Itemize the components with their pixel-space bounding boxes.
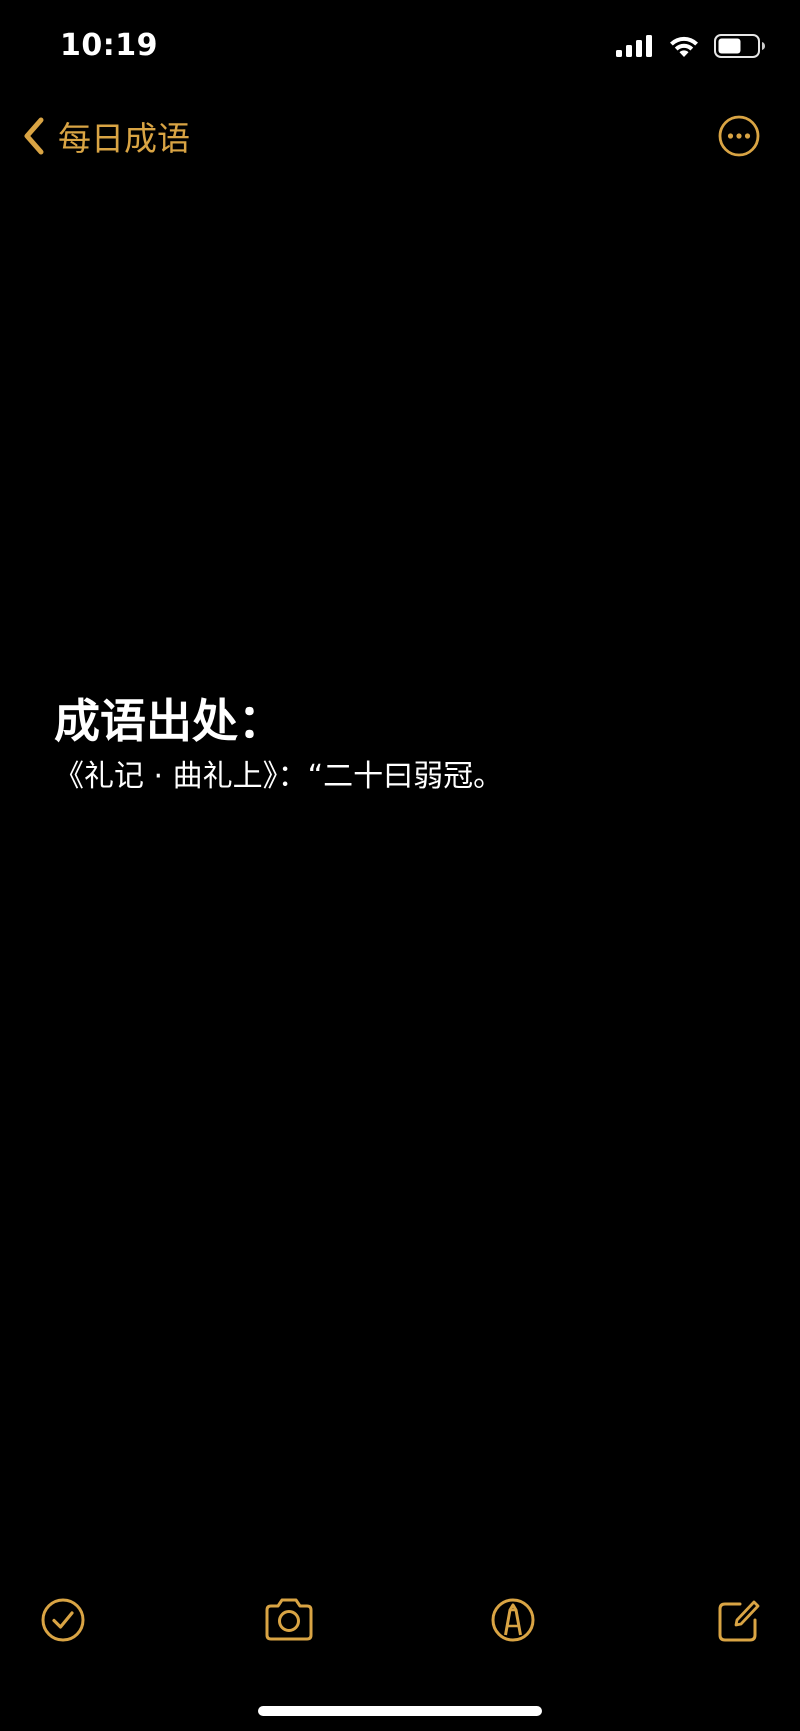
ellipsis-circle-icon xyxy=(718,115,760,157)
battery-icon xyxy=(714,34,765,58)
more-button[interactable] xyxy=(718,115,760,157)
markup-pen-icon xyxy=(491,1598,535,1642)
status-time: 10:19 xyxy=(60,28,158,63)
note-heading: 成语出处： xyxy=(54,694,284,748)
wifi-icon xyxy=(670,36,698,57)
compose-button[interactable] xyxy=(714,1595,764,1645)
back-button[interactable]: 每日成语 xyxy=(22,112,190,160)
chevron-left-icon xyxy=(24,117,44,155)
note-source-line: 《礼记 · 曲礼上》：“二十曰弱冠。 xyxy=(54,759,504,794)
nav-bar: 每日成语 xyxy=(0,100,800,180)
markup-button[interactable] xyxy=(488,1595,538,1645)
checklist-icon xyxy=(41,1598,85,1642)
home-indicator[interactable] xyxy=(258,1706,542,1716)
camera-button[interactable] xyxy=(262,1595,316,1645)
compose-icon xyxy=(718,1600,760,1642)
cellular-signal-icon xyxy=(616,35,652,57)
note-body[interactable]: 成语出处： 《礼记 · 曲礼上》：“二十曰弱冠。 xyxy=(54,690,754,798)
bottom-toolbar xyxy=(0,1595,800,1655)
status-bar: 10:19 xyxy=(0,0,800,100)
checklist-button[interactable] xyxy=(38,1595,88,1645)
status-icons xyxy=(616,34,766,58)
camera-icon xyxy=(265,1598,313,1641)
back-label: 每日成语 xyxy=(58,119,190,158)
